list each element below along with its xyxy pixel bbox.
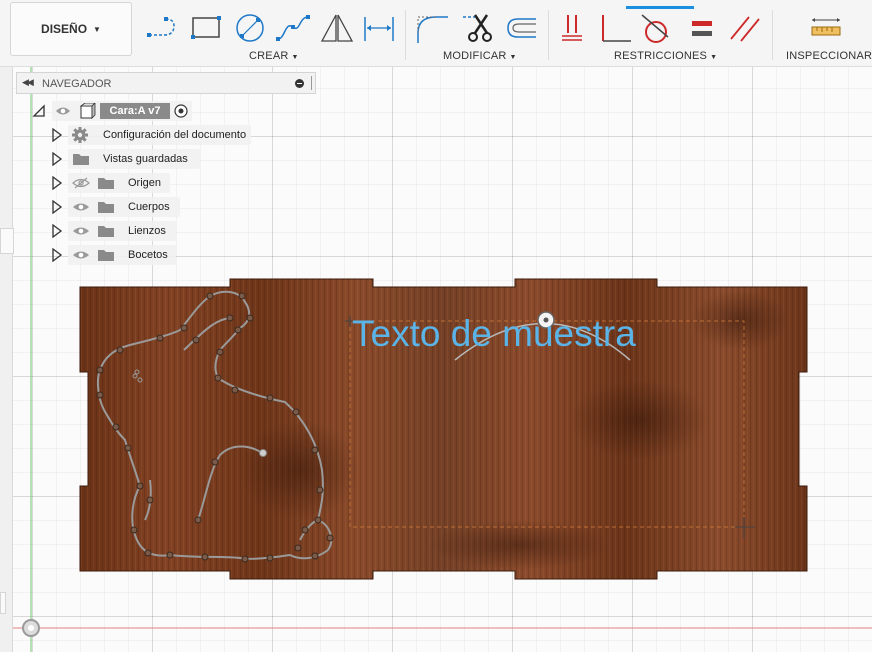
expand-triangle-icon[interactable] xyxy=(51,200,63,214)
coincident-constraint-button[interactable] xyxy=(556,10,592,46)
expand-triangle-icon[interactable] xyxy=(51,152,63,166)
expand-triangle-icon[interactable] xyxy=(51,248,63,262)
tangent-icon xyxy=(641,14,669,43)
tangent-constraint-button[interactable] xyxy=(638,10,674,46)
offset-icon xyxy=(507,18,536,38)
nav-item-bodies[interactable]: Cuerpos xyxy=(128,201,170,213)
mirror-triangle-icon xyxy=(320,14,354,42)
toolbar: DISEÑO ▼ CREAR ▼ MODIFICAR ▼ RESTRICCION… xyxy=(0,0,872,67)
chevron-down-icon: ▼ xyxy=(509,54,517,61)
root-component[interactable]: Cara:A v7 xyxy=(100,103,170,119)
mirror-tool-button[interactable] xyxy=(318,10,354,46)
constraints-menu-label: RESTRICCIONES xyxy=(614,50,708,62)
eye-icon[interactable] xyxy=(72,249,90,261)
left-dock-strip xyxy=(0,66,13,652)
fillet-tool-button[interactable] xyxy=(414,10,450,46)
rectangle-icon xyxy=(191,16,221,39)
expand-triangle-icon[interactable] xyxy=(51,224,63,238)
create-menu-label: CREAR xyxy=(249,50,289,62)
dimension-icon xyxy=(364,17,394,41)
dimension-tool-button[interactable] xyxy=(361,10,397,46)
circle-icon xyxy=(236,14,264,42)
nav-item-saved-views[interactable]: Vistas guardadas xyxy=(103,153,188,165)
gear-icon xyxy=(72,127,88,143)
fillet-icon xyxy=(417,16,448,43)
panel-resize-handle[interactable] xyxy=(311,76,314,90)
workspace-dropdown[interactable]: DISEÑO ▼ xyxy=(10,2,132,56)
eye-icon[interactable] xyxy=(72,225,90,237)
toolbar-separator xyxy=(548,10,549,60)
rectangle-tool-button[interactable] xyxy=(189,10,225,46)
modify-menu-label: MODIFICAR xyxy=(443,50,507,62)
line-tool-button[interactable] xyxy=(146,10,182,46)
toolbar-separator xyxy=(772,10,773,60)
equal-constraint-button[interactable] xyxy=(684,10,720,46)
chevron-down-icon: ▼ xyxy=(93,24,101,34)
perpendicular-icon xyxy=(602,15,631,42)
expand-triangle-icon[interactable] xyxy=(51,176,63,190)
workspace-label: DISEÑO xyxy=(41,22,88,36)
hidden-eye-icon[interactable] xyxy=(72,177,90,189)
spline-icon xyxy=(276,15,310,41)
chevron-down-icon: ▼ xyxy=(710,54,718,61)
parallel-icon xyxy=(730,16,760,42)
parallel-constraint-button[interactable] xyxy=(727,10,763,46)
equal-icon xyxy=(692,21,712,36)
navigator-header: ◀◀ NAVEGADOR xyxy=(16,72,316,94)
nav-item-sketches[interactable]: Bocetos xyxy=(128,249,168,261)
minimize-icon[interactable] xyxy=(295,79,304,88)
trim-scissors-icon xyxy=(463,14,492,42)
inspect-menu-label: INSPECCIONAR xyxy=(786,50,872,62)
folder-icon xyxy=(73,154,89,165)
trim-tool-button[interactable] xyxy=(461,10,497,46)
activate-radio-icon[interactable] xyxy=(174,104,188,118)
nav-item-document-settings[interactable]: Configuración del documento xyxy=(103,129,246,141)
coincident-icon xyxy=(562,15,582,41)
measure-ruler-icon xyxy=(811,18,841,36)
active-group-indicator xyxy=(626,6,694,9)
component-icon xyxy=(80,103,96,119)
nav-item-canvases[interactable]: Lienzos xyxy=(128,225,166,237)
line-icon xyxy=(147,17,175,37)
left-dock-handle[interactable] xyxy=(0,592,6,614)
measure-tool-button[interactable] xyxy=(808,10,844,46)
eye-icon[interactable] xyxy=(72,201,90,213)
expand-triangle-icon[interactable] xyxy=(51,128,63,142)
constraints-menu[interactable]: RESTRICCIONES ▼ xyxy=(614,50,717,62)
folder-icon xyxy=(98,202,114,213)
offset-tool-button[interactable] xyxy=(502,10,538,46)
inspect-menu[interactable]: INSPECCIONAR▼ xyxy=(786,50,872,62)
toolbar-separator xyxy=(405,10,406,60)
sketch-center-point[interactable] xyxy=(259,449,267,457)
chevron-down-icon: ▼ xyxy=(291,54,299,61)
folder-icon xyxy=(98,226,114,237)
circle-tool-button[interactable] xyxy=(232,10,268,46)
eye-icon[interactable] xyxy=(55,105,71,117)
nav-item-origin[interactable]: Origen xyxy=(128,177,161,189)
perpendicular-constraint-button[interactable] xyxy=(598,10,634,46)
collapse-panel-icon[interactable]: ◀◀ xyxy=(22,77,34,88)
navigator-title: NAVEGADOR xyxy=(42,78,112,90)
modify-menu[interactable]: MODIFICAR ▼ xyxy=(443,50,517,62)
folder-icon xyxy=(98,250,114,261)
sketch-text[interactable]: Texto de muestra xyxy=(352,313,636,355)
expanded-triangle-icon[interactable] xyxy=(32,104,46,118)
spline-tool-button[interactable] xyxy=(275,10,311,46)
create-menu[interactable]: CREAR ▼ xyxy=(249,50,299,62)
folder-icon xyxy=(98,178,114,189)
left-dock-tab[interactable] xyxy=(0,228,14,254)
